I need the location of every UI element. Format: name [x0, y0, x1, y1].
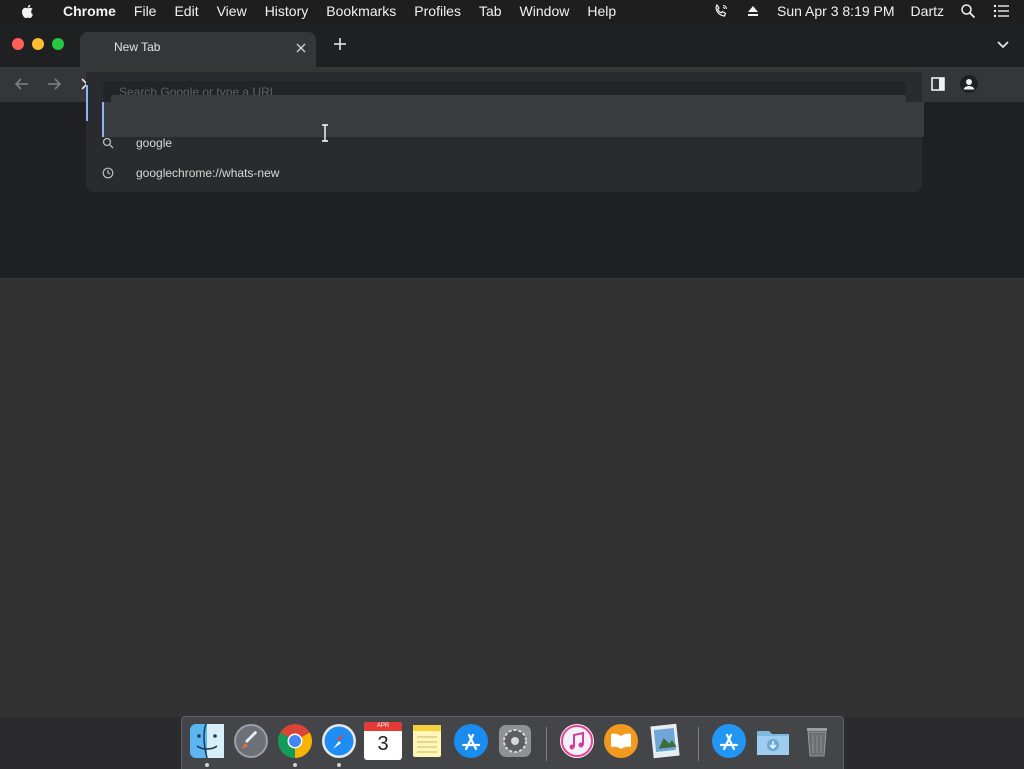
app-store-icon[interactable] [452, 722, 490, 760]
side-panel-icon[interactable] [930, 76, 946, 92]
new-tab-page-body [0, 278, 1024, 717]
menubar-clock[interactable]: Sun Apr 3 8:19 PM [769, 0, 903, 22]
menu-tab[interactable]: Tab [470, 0, 511, 22]
menu-file[interactable]: File [125, 0, 166, 22]
omnibox-suggestion[interactable]: google [102, 134, 172, 152]
control-center-list-icon[interactable] [992, 3, 1010, 19]
search-icon [102, 137, 114, 149]
calendar-day: 3 [377, 733, 389, 755]
back-arrow-icon[interactable] [13, 75, 31, 93]
running-indicator [337, 763, 341, 767]
history-clock-icon [102, 167, 114, 179]
menu-history[interactable]: History [256, 0, 318, 22]
menu-edit[interactable]: Edit [165, 0, 207, 22]
dock: APR 3 [181, 716, 844, 769]
suggestion-text: googlechrome://whats-new [136, 166, 280, 180]
ibooks-icon[interactable] [602, 722, 640, 760]
forward-arrow-icon[interactable] [45, 75, 63, 93]
new-tab-plus-icon[interactable] [332, 36, 348, 52]
window-close-button[interactable] [12, 38, 24, 50]
spotlight-search-icon[interactable] [960, 3, 976, 19]
window-minimize-button[interactable] [32, 38, 44, 50]
preview-icon[interactable] [646, 722, 684, 760]
menu-window[interactable]: Window [511, 0, 579, 22]
menu-bookmarks[interactable]: Bookmarks [317, 0, 405, 22]
finder-icon[interactable] [188, 722, 226, 760]
trash-icon[interactable] [798, 722, 836, 760]
chrome-window: New Tab Search Google or type a URL goog… [0, 22, 1024, 717]
system-preferences-gear-icon[interactable] [496, 722, 534, 760]
menu-view[interactable]: View [208, 0, 256, 22]
downloads-folder-icon[interactable] [754, 722, 792, 760]
suggestion-text: google [136, 136, 173, 150]
tab-search-chevron-down-icon[interactable] [996, 40, 1010, 50]
notes-icon[interactable] [408, 722, 446, 760]
phone-icon[interactable] [713, 3, 729, 19]
launchpad-rocket-icon[interactable] [232, 722, 270, 760]
menu-app-chrome[interactable]: Chrome [54, 0, 125, 22]
menu-bar: Chrome File Edit View History Bookmarks … [0, 0, 1024, 22]
omnibox-selected-row[interactable] [102, 102, 924, 137]
omnibox-dropdown: Search Google or type a URL google googl… [86, 72, 924, 192]
menu-help[interactable]: Help [578, 0, 625, 22]
tab-strip: New Tab [0, 22, 1024, 67]
itunes-music-icon[interactable] [558, 722, 596, 760]
running-indicator [205, 763, 209, 767]
profile-avatar-icon[interactable] [960, 75, 978, 93]
window-zoom-button[interactable] [52, 38, 64, 50]
calendar-icon[interactable]: APR 3 [364, 722, 402, 760]
chrome-icon[interactable] [276, 722, 314, 760]
app-store-folder-icon[interactable] [710, 722, 748, 760]
safari-compass-icon[interactable] [320, 722, 358, 760]
dock-separator [546, 727, 547, 761]
omnibox-focus-accent [86, 85, 88, 121]
tab-new-tab[interactable]: New Tab [80, 32, 316, 67]
tab-title: New Tab [114, 40, 161, 54]
eject-icon[interactable] [745, 3, 761, 19]
text-cursor-ibeam-icon [322, 124, 328, 142]
close-tab-icon[interactable] [294, 41, 308, 55]
apple-icon[interactable] [20, 3, 36, 19]
menubar-user[interactable]: Dartz [903, 0, 952, 22]
calendar-month: APR [364, 722, 402, 731]
menu-profiles[interactable]: Profiles [405, 0, 470, 22]
dock-separator [698, 727, 699, 761]
running-indicator [293, 763, 297, 767]
omnibox-suggestion[interactable]: googlechrome://whats-new [102, 164, 279, 182]
